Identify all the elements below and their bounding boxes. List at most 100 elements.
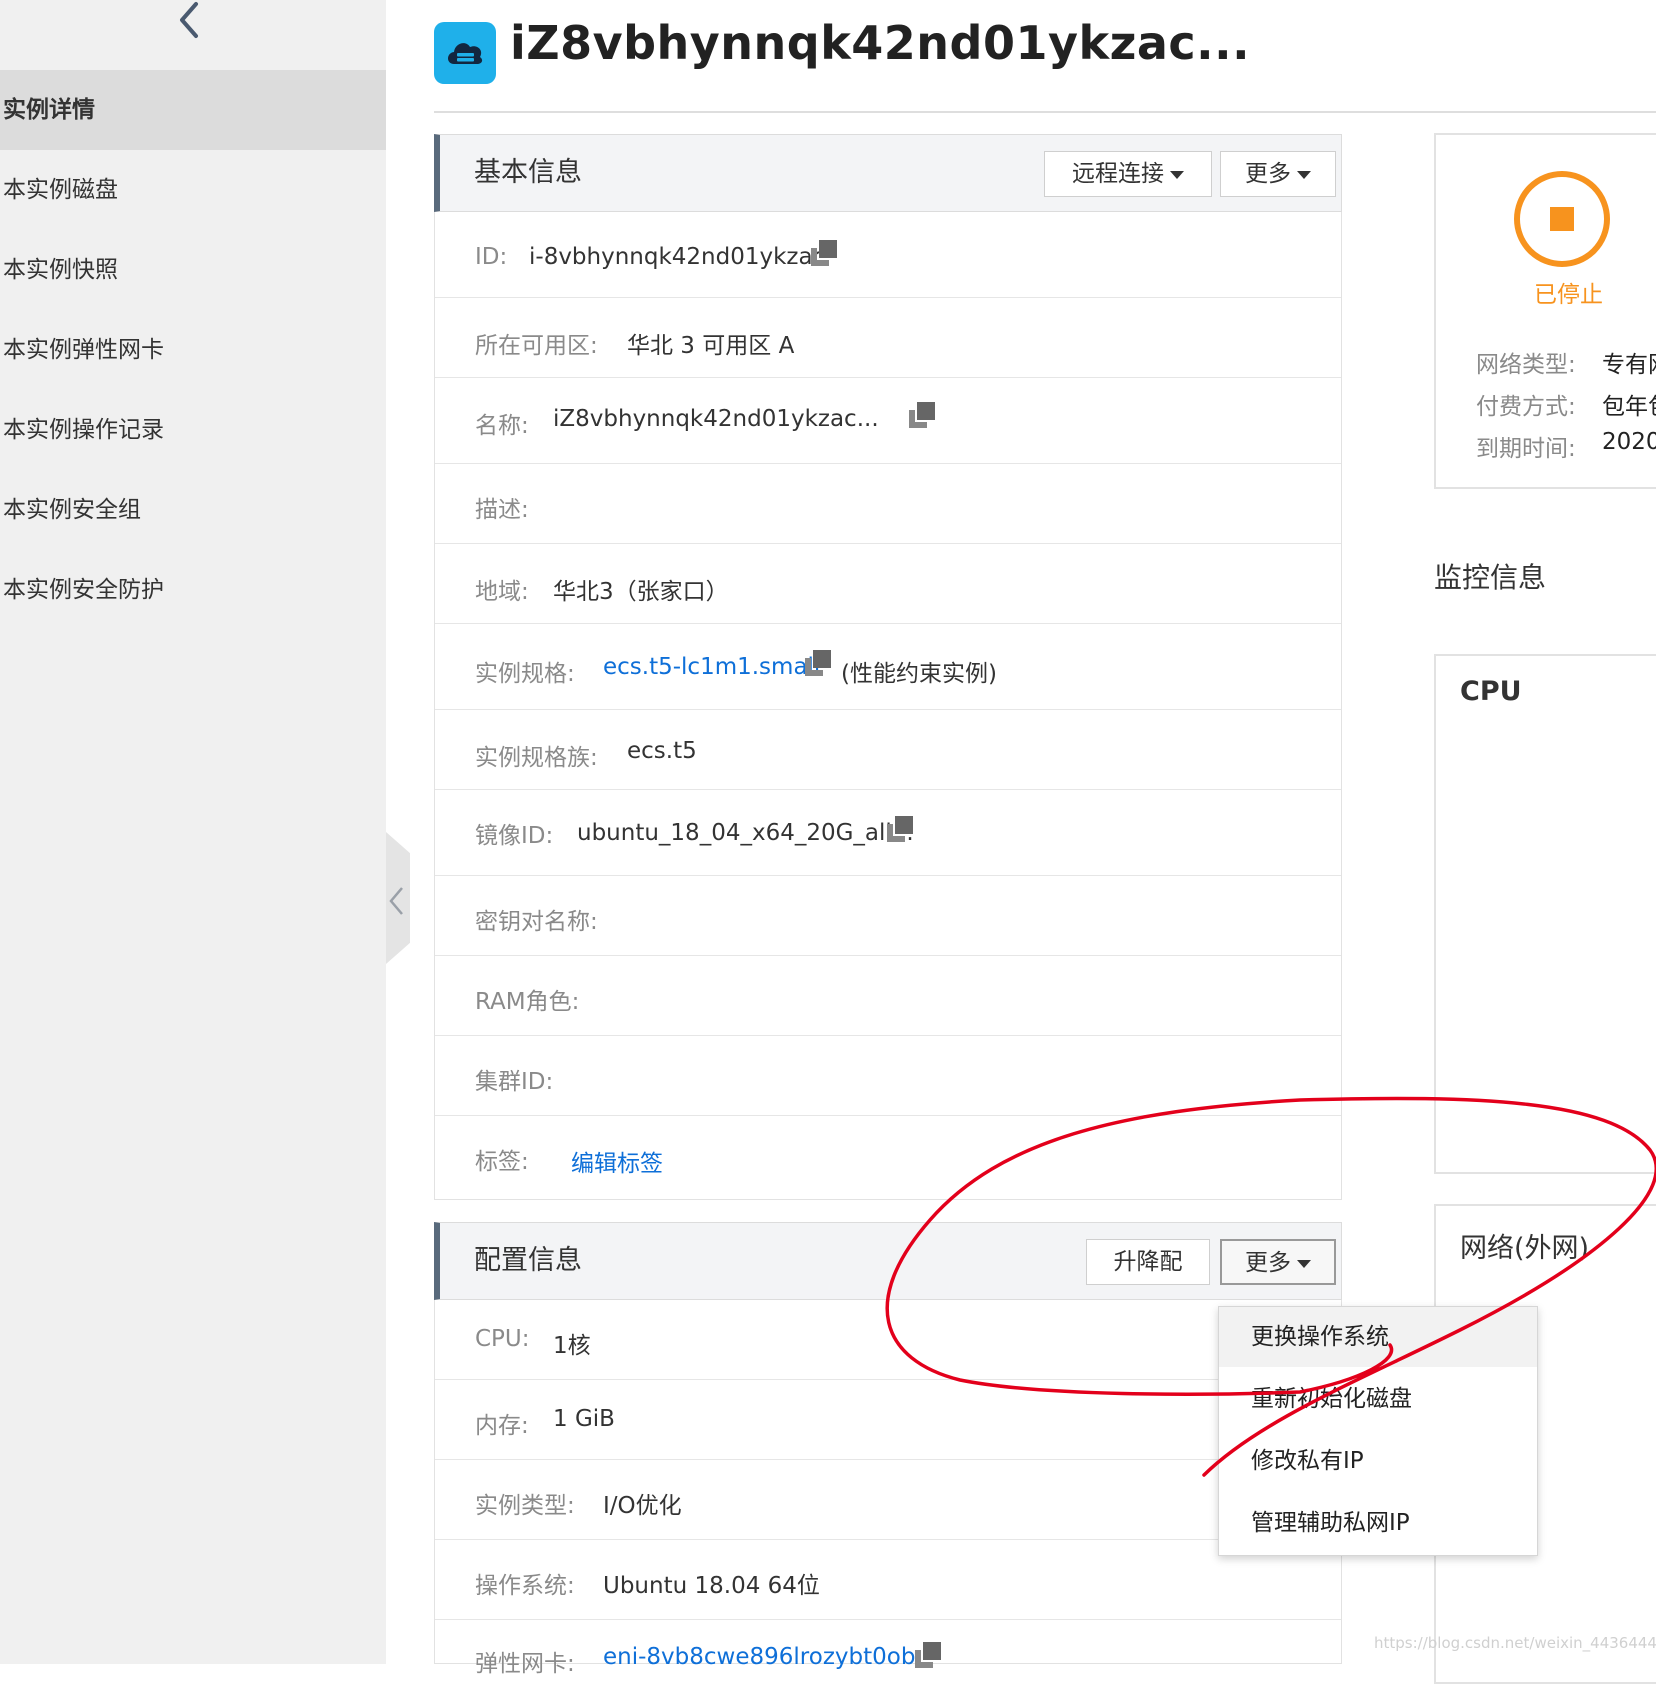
config-more-button[interactable]: 更多	[1220, 1239, 1336, 1285]
stopped-status-icon	[1514, 171, 1610, 267]
keypair-label: 密钥对名称:	[475, 909, 598, 935]
row-instance-type: 实例类型: I/O优化	[435, 1460, 1341, 1540]
os-value: Ubuntu 18.04 64位	[603, 1573, 820, 1599]
row-name: 名称: iZ8vbhynnqk42nd01ykzac...	[435, 378, 1341, 464]
id-label: ID:	[475, 244, 508, 270]
row-ram-role: RAM角色:	[435, 956, 1341, 1036]
sidebar-item-security-protection[interactable]: 本实例安全防护	[0, 550, 386, 630]
sidebar-item-security-group[interactable]: 本实例安全组	[0, 470, 386, 550]
watermark: https://blog.csdn.net/weixin_44364444	[1374, 1634, 1656, 1652]
row-image: 镜像ID: ubuntu_18_04_x64_20G_ali...	[435, 790, 1341, 876]
chevron-left-icon	[389, 887, 403, 915]
ram-role-label: RAM角色:	[475, 989, 580, 1015]
cloud-server-icon	[434, 22, 496, 84]
instance-type-label: 实例类型:	[475, 1493, 575, 1519]
remote-connect-button[interactable]: 远程连接	[1044, 151, 1212, 197]
row-spec: 实例规格: ecs.t5-lc1m1.small (性能约束实例)	[435, 624, 1341, 710]
family-label: 实例规格族:	[475, 745, 598, 771]
expire-label: 到期时间:	[1476, 436, 1576, 462]
name-label: 名称:	[475, 413, 529, 439]
sidebar-item-eni[interactable]: 本实例弹性网卡	[0, 310, 386, 390]
tags-label: 标签:	[475, 1149, 529, 1175]
back-arrow-icon[interactable]	[170, 0, 210, 44]
sidebar-item-snapshots[interactable]: 本实例快照	[0, 230, 386, 310]
cluster-label: 集群ID:	[475, 1069, 554, 1095]
memory-label: 内存:	[475, 1413, 529, 1439]
description-label: 描述:	[475, 497, 529, 523]
eni-label: 弹性网卡:	[475, 1651, 575, 1677]
image-label: 镜像ID:	[475, 823, 554, 849]
network-monitor-title: 网络(外网)	[1460, 1233, 1590, 1264]
row-id: ID: i-8vbhynnqk42nd01ykzac	[435, 212, 1341, 298]
sidebar: 实例详情 本实例磁盘 本实例快照 本实例弹性网卡 本实例操作记录 本实例安全组 …	[0, 0, 386, 1664]
row-memory: 内存: 1 GiB	[435, 1380, 1341, 1460]
id-value: i-8vbhynnqk42nd01ykzac	[529, 244, 826, 270]
region-value: 华北3（张家口）	[553, 579, 729, 605]
row-zone: 所在可用区: 华北 3 可用区 A	[435, 298, 1341, 378]
resize-label: 升降配	[1113, 1249, 1183, 1275]
config-info-title: 配置信息	[474, 1245, 582, 1276]
row-cluster: 集群ID:	[435, 1036, 1341, 1116]
menu-item-modify-private-ip[interactable]: 修改私有IP	[1219, 1431, 1537, 1491]
row-family: 实例规格族: ecs.t5	[435, 710, 1341, 790]
basic-more-button[interactable]: 更多	[1220, 151, 1336, 197]
menu-item-change-os[interactable]: 更换操作系统	[1219, 1307, 1537, 1367]
remote-connect-label: 远程连接	[1072, 161, 1164, 187]
edit-tags-link[interactable]: 编辑标签	[571, 1144, 663, 1178]
spec-label: 实例规格:	[475, 661, 575, 687]
basic-info-header: 基本信息 远程连接 更多	[434, 134, 1342, 212]
region-label: 地域:	[475, 579, 529, 605]
instance-type-value: I/O优化	[603, 1493, 682, 1519]
sidebar-item-operation-log[interactable]: 本实例操作记录	[0, 390, 386, 470]
cpu-monitor-title: CPU	[1460, 676, 1522, 707]
basic-info-body: ID: i-8vbhynnqk42nd01ykzac 所在可用区: 华北 3 可…	[434, 212, 1342, 1200]
status-text: 已停止	[1534, 282, 1603, 308]
copy-icon[interactable]	[811, 240, 837, 266]
menu-item-reinit-disk[interactable]: 重新初始化磁盘	[1219, 1369, 1537, 1429]
row-os: 操作系统: Ubuntu 18.04 64位	[435, 1540, 1341, 1620]
page-title: iZ8vbhynnqk42nd01ykzac...	[510, 16, 1251, 70]
caret-down-icon	[1170, 170, 1184, 179]
config-more-label: 更多	[1245, 1250, 1291, 1276]
network-type-label: 网络类型:	[1476, 352, 1576, 378]
basic-info-title: 基本信息	[474, 157, 582, 188]
spec-link[interactable]: ecs.t5-lc1m1.small	[603, 654, 820, 680]
eni-link[interactable]: eni-8vb8cwe896lrozybt0ob	[603, 1644, 915, 1670]
row-keypair: 密钥对名称:	[435, 876, 1341, 956]
monitor-title: 监控信息	[1434, 561, 1547, 594]
family-value: ecs.t5	[627, 738, 697, 764]
expire-value: 2020	[1602, 429, 1656, 455]
caret-down-icon	[1297, 1259, 1311, 1268]
sidebar-item-disks[interactable]: 本实例磁盘	[0, 150, 386, 230]
sidebar-collapse-handle[interactable]	[386, 832, 410, 964]
copy-icon[interactable]	[909, 402, 935, 428]
cpu-value: 1核	[553, 1333, 591, 1359]
os-label: 操作系统:	[475, 1573, 575, 1599]
resize-button[interactable]: 升降配	[1086, 1239, 1210, 1285]
config-info-body: CPU: 1核 内存: 1 GiB 实例类型: I/O优化 操作系统: Ubun…	[434, 1300, 1342, 1677]
row-cpu: CPU: 1核	[435, 1300, 1341, 1380]
image-value: ubuntu_18_04_x64_20G_ali...	[577, 820, 914, 846]
billing-value: 包年包	[1602, 394, 1656, 420]
row-tags: 标签: 编辑标签	[435, 1116, 1341, 1200]
row-eni: 弹性网卡: eni-8vb8cwe896lrozybt0ob	[435, 1620, 1341, 1680]
memory-value: 1 GiB	[553, 1406, 615, 1432]
copy-icon[interactable]	[805, 650, 831, 676]
sidebar-item-instance-details[interactable]: 实例详情	[0, 70, 386, 150]
spec-note: (性能约束实例)	[841, 661, 997, 687]
basic-more-label: 更多	[1245, 161, 1291, 187]
billing-label: 付费方式:	[1476, 394, 1576, 420]
copy-icon[interactable]	[887, 816, 913, 842]
zone-label: 所在可用区:	[475, 333, 598, 359]
caret-down-icon	[1297, 170, 1311, 179]
zone-value: 华北 3 可用区 A	[627, 333, 795, 359]
cpu-label: CPU:	[475, 1326, 530, 1352]
menu-item-manage-secondary-ip[interactable]: 管理辅助私网IP	[1219, 1493, 1537, 1553]
row-region: 地域: 华北3（张家口）	[435, 544, 1341, 624]
status-card: 已停止 网络类型: 专有网 付费方式: 包年包 到期时间: 2020	[1434, 133, 1656, 489]
config-info-header: 配置信息 升降配 更多	[434, 1222, 1342, 1300]
copy-icon[interactable]	[915, 1642, 941, 1668]
name-value: iZ8vbhynnqk42nd01ykzac...	[553, 406, 879, 432]
more-dropdown-menu: 更换操作系统 重新初始化磁盘 修改私有IP 管理辅助私网IP	[1218, 1306, 1538, 1556]
network-type-value: 专有网	[1602, 352, 1656, 378]
